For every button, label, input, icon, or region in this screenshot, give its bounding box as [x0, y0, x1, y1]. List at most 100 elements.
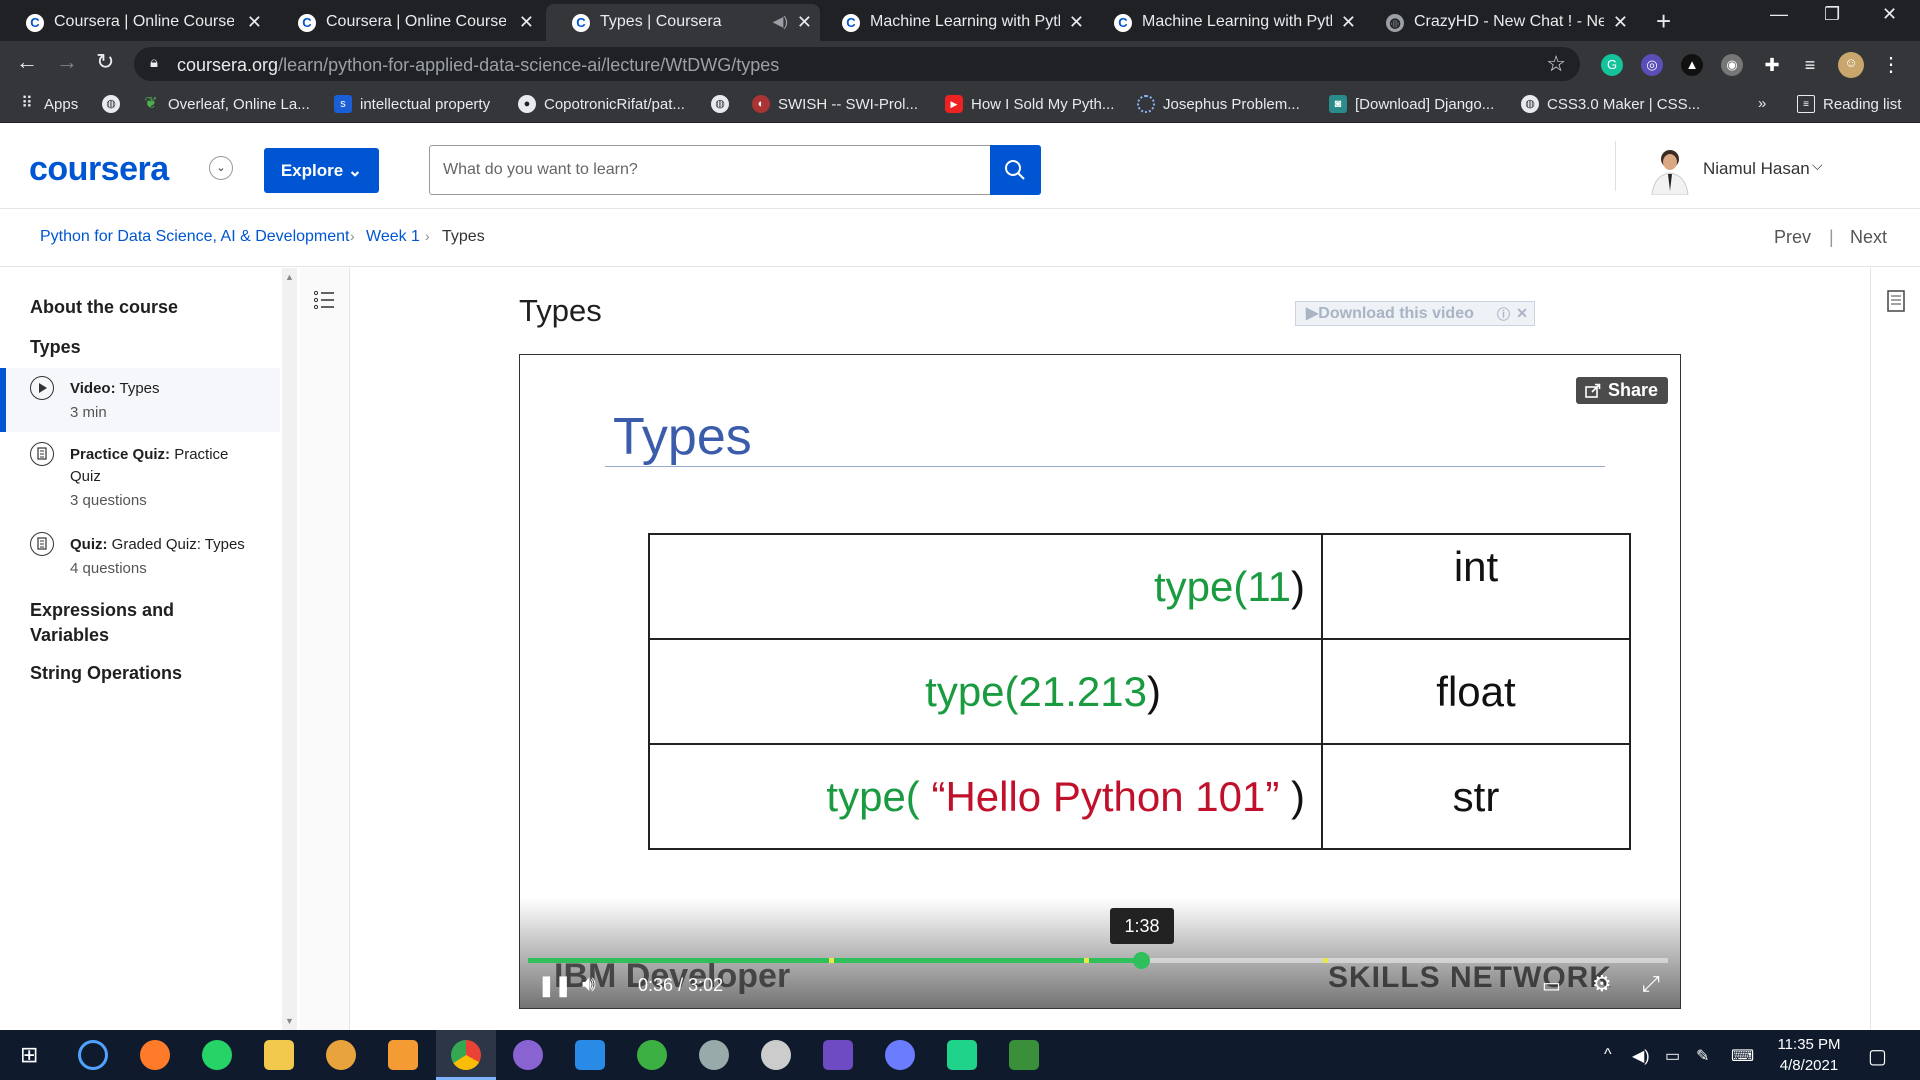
bookmark-item[interactable]: Josephus Problem...: [1137, 95, 1300, 113]
extensions-puzzle-icon[interactable]: ✚: [1761, 54, 1783, 76]
bookmark-item[interactable]: ◍: [711, 95, 737, 113]
volume-icon[interactable]: ◀): [1632, 1046, 1650, 1066]
bookmark-item[interactable]: ⠿ Apps: [18, 95, 78, 113]
media-control-icon[interactable]: ≡: [1799, 54, 1821, 76]
pen-icon[interactable]: ✎: [1696, 1046, 1709, 1066]
breadcrumb-week[interactable]: Week 1: [366, 228, 420, 246]
bookmark-item[interactable]: ◙ [Download] Django...: [1329, 95, 1494, 113]
sidebar-section-strings[interactable]: String Operations: [30, 663, 182, 684]
whatsapp-icon[interactable]: [202, 1040, 232, 1070]
sidebar-section-expressions[interactable]: Expressions and Variables: [30, 598, 230, 648]
restore-icon[interactable]: ❐: [1824, 4, 1840, 25]
new-tab-icon[interactable]: +: [1656, 6, 1671, 37]
app-icon[interactable]: [637, 1040, 667, 1070]
system-clock[interactable]: 11:35 PM 4/8/2021: [1768, 1034, 1850, 1076]
video-progress-bar[interactable]: [528, 952, 1668, 969]
chrome-icon[interactable]: [451, 1040, 481, 1070]
reading-list[interactable]: ≡ Reading list: [1797, 95, 1901, 113]
breadcrumb-course[interactable]: Python for Data Science, AI & Developmen…: [40, 228, 350, 246]
bookmark-item[interactable]: ▶ How I Sold My Pyth...: [945, 95, 1114, 113]
bookmark-star-icon[interactable]: ☆: [1546, 51, 1566, 77]
scroll-up-icon[interactable]: ▲: [285, 272, 294, 282]
avatar[interactable]: [1648, 145, 1692, 196]
app-icon[interactable]: [761, 1040, 791, 1070]
video-player[interactable]: Share Types type(11) int type(21.213) fl…: [519, 354, 1681, 1009]
prev-link[interactable]: Prev: [1774, 227, 1811, 248]
address-bar[interactable]: 🔒︎ coursera.org/learn/python-for-applied…: [134, 47, 1580, 81]
close-icon[interactable]: ✕: [1516, 302, 1528, 325]
close-tab-icon[interactable]: ✕: [1341, 12, 1356, 33]
notes-icon[interactable]: [1887, 290, 1905, 312]
volume-icon[interactable]: 🔊︎: [582, 971, 596, 997]
chevron-up-icon[interactable]: ^: [1604, 1046, 1612, 1064]
download-video-button[interactable]: ▶Download this video ⓘ ✕: [1295, 301, 1535, 326]
bookmark-item[interactable]: ❦ Overleaf, Online La...: [142, 95, 309, 113]
close-tab-icon[interactable]: ✕: [519, 12, 534, 33]
help-icon[interactable]: ⓘ: [1497, 303, 1510, 326]
search-input[interactable]: What do you want to learn?: [429, 145, 991, 195]
keyboard-icon[interactable]: ⌨: [1731, 1046, 1754, 1066]
share-button[interactable]: Share: [1575, 377, 1668, 404]
chrome-menu-icon[interactable]: ⋮: [1880, 54, 1902, 76]
grammarly-icon[interactable]: G: [1601, 54, 1623, 76]
bookmark-item[interactable]: ◍ CSS3.0 Maker | CSS...: [1521, 95, 1700, 113]
explore-button[interactable]: Explore ⌄: [264, 148, 379, 193]
sidebar-about-link[interactable]: About the course: [30, 297, 178, 318]
chevron-down-icon[interactable]: ⌄: [209, 156, 233, 180]
forward-icon[interactable]: →: [56, 49, 78, 75]
pycharm-icon[interactable]: [947, 1040, 977, 1070]
minimize-icon[interactable]: —: [1770, 4, 1788, 25]
close-tab-icon[interactable]: ✕: [1613, 12, 1628, 33]
search-icon[interactable]: [78, 1040, 108, 1070]
bookmark-item[interactable]: s intellectual property: [334, 95, 490, 113]
vscode-icon[interactable]: [575, 1040, 605, 1070]
browser-tab[interactable]: C Machine Learning with Pytho ✕: [1094, 4, 1364, 41]
pause-icon[interactable]: ❚❚: [538, 973, 572, 998]
lock-icon[interactable]: 🔒︎: [150, 54, 158, 71]
sidebar-section-types[interactable]: Types: [30, 337, 81, 358]
browser-tab[interactable]: C Coursera | Online Courses & ✕: [272, 4, 542, 41]
extension-icon[interactable]: ▲: [1681, 54, 1703, 76]
browser-tab[interactable]: C Coursera | Online Courses & ✕: [0, 4, 270, 41]
coursera-logo[interactable]: coursera: [29, 150, 169, 189]
messenger-icon[interactable]: [885, 1040, 915, 1070]
network-icon[interactable]: ▭: [1665, 1046, 1680, 1066]
profile-avatar-icon[interactable]: ☺: [1838, 52, 1864, 78]
browser-tab[interactable]: C Machine Learning with Pytho ✕: [822, 4, 1092, 41]
sidebar-item-video-types[interactable]: Video: Types 3 min: [0, 368, 280, 432]
bookmark-item[interactable]: ◍: [102, 95, 128, 113]
scroll-down-icon[interactable]: ▼: [285, 1016, 294, 1026]
app-icon[interactable]: [1009, 1040, 1039, 1070]
app-icon[interactable]: [699, 1040, 729, 1070]
app-icon[interactable]: [388, 1040, 418, 1070]
close-tab-icon[interactable]: ✕: [1069, 12, 1084, 33]
sidebar-scrollbar[interactable]: ▲ ▼: [282, 268, 297, 1030]
visual-studio-icon[interactable]: [823, 1040, 853, 1070]
fullscreen-icon[interactable]: ⤢: [1642, 971, 1660, 997]
camera-icon[interactable]: ◉: [1721, 54, 1743, 76]
windows-start-icon[interactable]: ⊞: [20, 1042, 38, 1068]
back-icon[interactable]: ←: [16, 49, 38, 75]
close-window-icon[interactable]: ✕: [1882, 4, 1897, 25]
notifications-icon[interactable]: ▢: [1868, 1044, 1887, 1069]
bookmark-item[interactable]: ● CopotronicRifat/pat...: [518, 95, 685, 113]
close-tab-icon[interactable]: ✕: [247, 12, 262, 33]
reload-icon[interactable]: ↻: [96, 49, 114, 75]
browser-tab-active[interactable]: C Types | Coursera ◀) ✕: [546, 4, 820, 41]
app-icon[interactable]: [326, 1040, 356, 1070]
file-explorer-icon[interactable]: [264, 1040, 294, 1070]
mute-tab-icon[interactable]: ◀): [773, 13, 788, 30]
firefox-icon[interactable]: [140, 1040, 170, 1070]
bookmark-item[interactable]: ◐ SWISH -- SWI-Prol...: [752, 95, 918, 113]
github-desktop-icon[interactable]: [513, 1040, 543, 1070]
next-link[interactable]: Next: [1850, 227, 1887, 248]
toc-toggle[interactable]: [300, 268, 350, 1030]
captions-icon[interactable]: ▭: [1542, 973, 1561, 998]
search-button[interactable]: [990, 145, 1041, 195]
chevron-down-icon[interactable]: ⌵: [1812, 157, 1823, 174]
sidebar-item-graded-quiz[interactable]: Quiz: Graded Quiz: Types 4 questions: [0, 524, 280, 588]
more-bookmarks[interactable]: »: [1758, 95, 1766, 112]
settings-gear-icon[interactable]: ⚙: [1592, 971, 1612, 997]
sidebar-item-practice-quiz[interactable]: Practice Quiz: Practice Quiz 3 questions: [0, 434, 280, 522]
user-name[interactable]: Niamul Hasan: [1703, 159, 1810, 179]
